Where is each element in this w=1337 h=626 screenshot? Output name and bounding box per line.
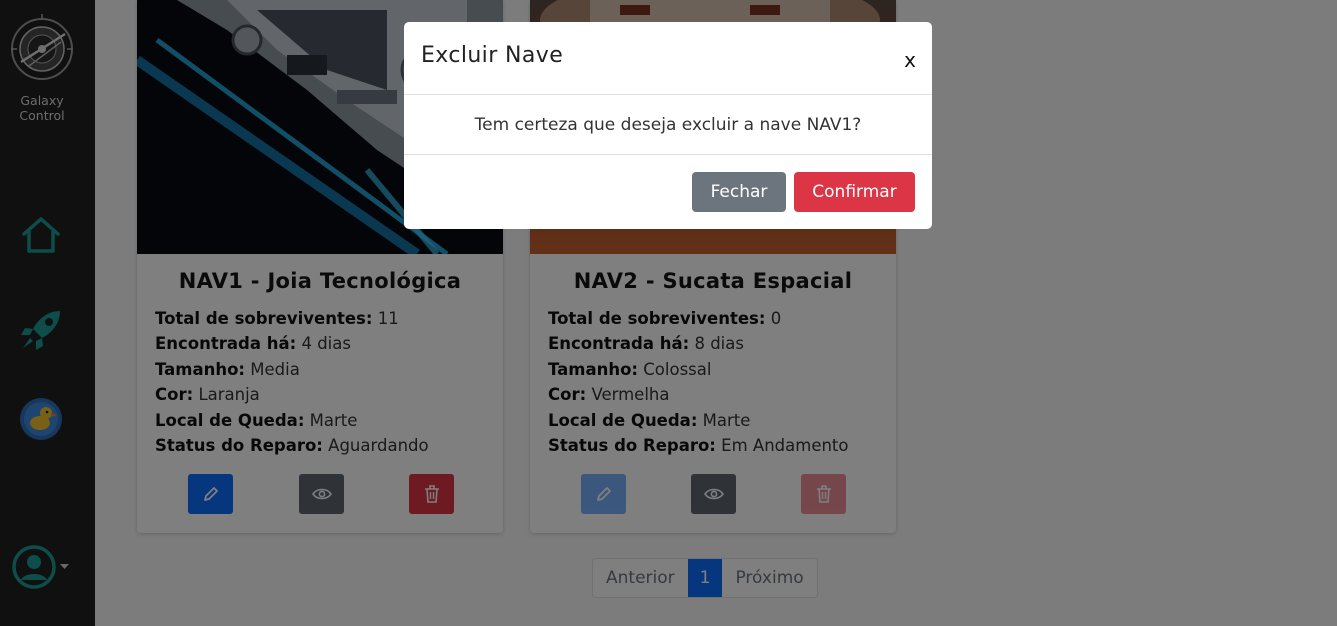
modal-footer: Fechar Confirmar [404,172,932,212]
modal-header: Excluir Nave x [404,22,932,95]
modal-message: Tem certeza que deseja excluir a nave NA… [404,95,932,155]
confirm-button[interactable]: Confirmar [794,172,915,212]
close-button[interactable]: Fechar [692,172,786,212]
modal-title: Excluir Nave [421,43,564,68]
modal-close-button[interactable]: x [904,48,916,72]
delete-ship-modal: Excluir Nave x Tem certeza que deseja ex… [404,22,932,229]
